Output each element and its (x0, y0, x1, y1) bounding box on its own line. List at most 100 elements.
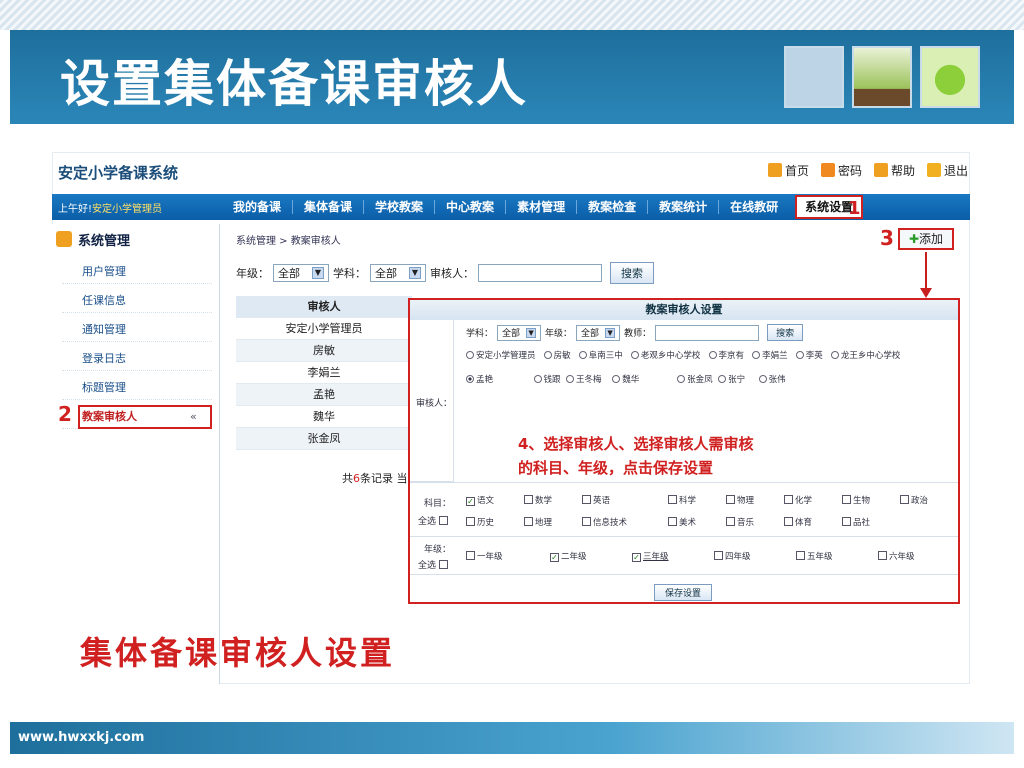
subject-science[interactable]: 科学 (668, 494, 696, 506)
teacher-option[interactable]: 老观乡中心学校 (630, 351, 700, 361)
table-row[interactable]: 安定小学管理员 (236, 318, 412, 340)
chevron-down-icon: ▼ (526, 327, 537, 338)
password-link[interactable]: 密码 (820, 162, 862, 179)
teacher-option[interactable]: 安定小学管理员 (466, 351, 536, 361)
help-icon (873, 163, 888, 177)
table-row[interactable]: 李娟兰 (236, 362, 412, 384)
checkbox-icon (582, 495, 591, 504)
subject-geography[interactable]: 地理 (524, 516, 552, 528)
footer-url: www.hwxxkj.com (18, 730, 145, 745)
teacher-option[interactable]: 阜南三中 (578, 351, 623, 361)
radio-icon (830, 351, 839, 359)
dialog-subject-select[interactable]: 全部 ▼ (497, 324, 542, 341)
subject-art[interactable]: 美术 (668, 516, 696, 528)
subject-biology[interactable]: 生物 (842, 494, 870, 506)
grade-select[interactable]: 全部 ▼ (273, 264, 329, 282)
teacher-option[interactable]: 钱跟 (533, 375, 561, 385)
dialog-subject-label: 学科： (466, 329, 494, 339)
logout-link[interactable]: 退出 (926, 162, 968, 179)
subject-social[interactable]: 品社 (842, 516, 870, 528)
subject-music[interactable]: 音乐 (726, 516, 754, 528)
subject-pe[interactable]: 体育 (784, 516, 812, 528)
teacher-option[interactable]: 魏华 (612, 375, 639, 385)
checkbox-icon (582, 517, 591, 526)
subject-physics[interactable]: 物理 (726, 494, 754, 506)
table-row[interactable]: 孟艳 (236, 384, 412, 406)
subject-math[interactable]: 数学 (524, 494, 552, 506)
nav-plan-check[interactable]: 教案检查 (577, 200, 649, 214)
step-marker-3: 3 (880, 226, 894, 250)
home-link[interactable]: 首页 (767, 162, 809, 179)
grade-1[interactable]: 一年级 (466, 550, 503, 562)
checkbox-icon (878, 551, 887, 560)
nav-materials[interactable]: 素材管理 (506, 200, 578, 214)
filter-bar: 年级： 全部 ▼ 学科： 全部 ▼ 审核人： 搜索 (236, 262, 654, 284)
reviewer-input[interactable] (478, 264, 602, 282)
system-title: 安定小学备课系统 (58, 164, 179, 182)
sidebar-item-login-log[interactable]: 登录日志 (62, 347, 212, 371)
help-link[interactable]: 帮助 (873, 162, 915, 179)
teacher-option-selected[interactable]: 孟艳 (466, 375, 493, 385)
table-row[interactable]: 房敏 (236, 340, 412, 362)
slide-caption: 集体备课审核人设置 (80, 634, 396, 672)
divider (410, 574, 958, 575)
dialog-search-button[interactable]: 搜索 (767, 324, 804, 341)
sidebar-item-teaching-info[interactable]: 任课信息 (62, 289, 212, 313)
nav-online-research[interactable]: 在线教研 (719, 200, 789, 214)
subjects-select-all[interactable]: 全选 (418, 514, 450, 527)
teacher-row-1: 安定小学管理员 房敏 阜南三中 老观乡中心学校 李京有 李娟兰 李英 龙王乡中心… (466, 349, 900, 361)
grade-6[interactable]: 六年级 (878, 550, 915, 562)
table-row[interactable]: 魏华 (236, 406, 412, 428)
subject-chemistry[interactable]: 化学 (784, 494, 812, 506)
subject-select[interactable]: 全部 ▼ (370, 264, 426, 282)
nav-school-plans[interactable]: 学校教案 (364, 200, 436, 214)
sidebar-item-users[interactable]: 用户管理 (62, 260, 212, 284)
grade-3[interactable]: ✓ 三年级 (632, 550, 669, 562)
subject-history[interactable]: 历史 (466, 516, 494, 528)
teacher-option[interactable]: 房敏 (543, 351, 571, 361)
dialog-grade-label: 年级： (545, 329, 573, 339)
home-icon (767, 163, 782, 177)
nav-plan-stats[interactable]: 教案统计 (648, 200, 720, 214)
divider (410, 482, 958, 483)
teacher-option[interactable]: 王冬梅 (565, 375, 601, 385)
checkbox-icon (524, 517, 533, 526)
exit-icon (926, 163, 941, 177)
decor-blank-tile (784, 46, 844, 108)
table-row[interactable]: 张金凤 (236, 428, 412, 450)
subject-english[interactable]: 英语 (582, 494, 610, 506)
teacher-option[interactable]: 李英 (795, 351, 823, 361)
sidebar-item-notices[interactable]: 通知管理 (62, 318, 212, 342)
grade-5[interactable]: 五年级 (796, 550, 833, 562)
sidebar-item-titles[interactable]: 标题管理 (62, 376, 212, 400)
teacher-option[interactable]: 李娟兰 (752, 351, 788, 361)
checkbox-icon (668, 495, 677, 504)
collapse-sidebar-button[interactable]: « (190, 410, 197, 423)
grade-4[interactable]: 四年级 (714, 550, 751, 562)
dialog-grade-select[interactable]: 全部 ▼ (576, 324, 621, 341)
checkbox-icon (784, 495, 793, 504)
grades-select-all[interactable]: 全选 (418, 558, 450, 571)
checkbox-icon (668, 517, 677, 526)
teacher-option[interactable]: 龙王乡中心学校 (830, 351, 900, 361)
radio-icon (533, 375, 542, 383)
greeting: 上午好!安定小学管理员 (58, 204, 163, 215)
teacher-option[interactable]: 李京有 (708, 351, 744, 361)
subject-it[interactable]: 信息技术 (582, 516, 627, 528)
teacher-option[interactable]: 张宁 (718, 375, 745, 385)
radio-icon (565, 375, 574, 383)
search-button[interactable]: 搜索 (610, 262, 654, 284)
dialog-teacher-input[interactable] (655, 324, 760, 341)
save-settings-button[interactable]: 保存设置 (654, 584, 713, 601)
nav-my-lessons[interactable]: 我的备课 (222, 200, 294, 214)
subject-chinese[interactable]: ✓ 语文 (466, 494, 494, 506)
teacher-option[interactable]: 张金凤 (677, 375, 713, 385)
teacher-option[interactable]: 张伟 (758, 375, 786, 385)
radio-icon (630, 351, 639, 359)
sprout-image (852, 46, 912, 108)
nav-group-lessons[interactable]: 集体备课 (293, 200, 365, 214)
subject-politics[interactable]: 政治 (900, 494, 928, 506)
nav-center-plans[interactable]: 中心教案 (435, 200, 507, 214)
add-button[interactable]: ✚添加 (898, 228, 954, 250)
grade-2[interactable]: ✓ 二年级 (550, 550, 587, 562)
